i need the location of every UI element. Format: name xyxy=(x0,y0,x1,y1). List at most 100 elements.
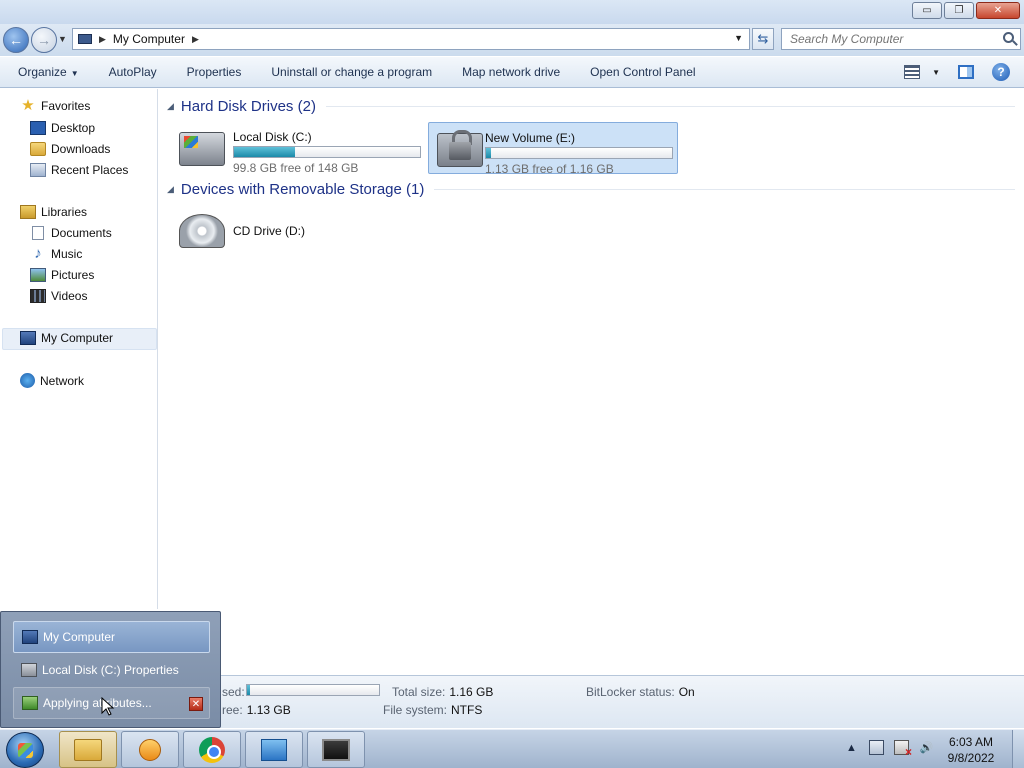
sidebar-item-label: Favorites xyxy=(41,99,91,113)
sidebar-item-label: Desktop xyxy=(51,121,96,135)
drive-cd-d[interactable]: CD Drive (D:) xyxy=(171,204,351,256)
jump-item-my-computer[interactable]: My Computer xyxy=(13,621,210,653)
sidebar-item-recent-places[interactable]: Recent Places xyxy=(30,163,128,177)
jump-item-label: Applying attributes... xyxy=(43,696,152,710)
search-icon[interactable] xyxy=(1003,32,1014,43)
chevron-right-icon[interactable]: ▶ xyxy=(99,34,106,45)
film-strip-icon xyxy=(30,289,46,303)
group-header-hard-disk-drives[interactable]: ◢ Hard Disk Drives (2) xyxy=(167,98,1015,115)
jump-item-local-disk-properties[interactable]: Local Disk (C:) Properties xyxy=(13,654,210,686)
preview-pane-button[interactable] xyxy=(958,65,974,79)
bitlocker-status-detail: BitLocker status: On xyxy=(586,685,695,699)
system-tray: ▲ 🔊 xyxy=(844,740,934,759)
sidebar-item-favorites[interactable]: ★ Favorites xyxy=(20,98,91,113)
sidebar-item-downloads[interactable]: Downloads xyxy=(30,142,110,156)
network-icon[interactable] xyxy=(869,740,884,755)
show-hidden-icons-button[interactable]: ▲ xyxy=(844,740,859,755)
navigation-pane: ★ Favorites Desktop Downloads Recent Pla… xyxy=(0,89,158,609)
clock-time: 6:03 AM xyxy=(948,735,994,749)
drive-usage-fill xyxy=(234,147,295,157)
help-icon[interactable]: ? xyxy=(992,63,1010,81)
computer-icon xyxy=(22,630,38,644)
start-button[interactable] xyxy=(6,732,44,768)
drive-name: Local Disk (C:) xyxy=(233,130,312,144)
taskbar-chrome[interactable] xyxy=(183,731,241,768)
desktop-icon xyxy=(30,121,46,135)
hard-drive-windows-icon xyxy=(179,132,225,166)
progress-dialog-icon xyxy=(22,696,38,710)
sidebar-item-pictures[interactable]: Pictures xyxy=(30,268,94,282)
system-clock[interactable]: 6:03 AM 9/8/2022 xyxy=(935,734,1007,766)
views-icon xyxy=(904,65,921,79)
organize-button[interactable]: Organize ▼ xyxy=(0,65,94,79)
sidebar-item-desktop[interactable]: Desktop xyxy=(30,121,95,135)
taskbar-media-player[interactable] xyxy=(121,731,179,768)
collapse-triangle-icon[interactable]: ◢ xyxy=(167,184,174,195)
toolbar-right-group: ▼ ? xyxy=(904,63,1010,81)
drive-usage-bar xyxy=(233,146,421,158)
close-icon[interactable]: ✕ xyxy=(189,697,203,711)
show-desktop-button[interactable] xyxy=(1012,730,1024,768)
restore-button[interactable]: ❐ xyxy=(944,2,974,19)
search-box[interactable] xyxy=(781,28,1021,50)
collapse-triangle-icon[interactable]: ◢ xyxy=(167,101,174,112)
drive-free-space: 99.8 GB free of 148 GB xyxy=(233,161,359,175)
back-button[interactable]: ← xyxy=(3,27,29,53)
map-network-drive-button[interactable]: Map network drive xyxy=(447,65,575,79)
chevron-down-icon[interactable]: ▼ xyxy=(932,68,940,77)
group-divider xyxy=(434,189,1015,190)
sidebar-item-my-computer[interactable]: My Computer xyxy=(20,331,113,345)
sidebar-item-label: Documents xyxy=(51,226,112,240)
chevron-right-icon[interactable]: ▶ xyxy=(192,34,199,45)
sidebar-item-music[interactable]: ♪ Music xyxy=(30,246,82,261)
used-space-fill xyxy=(247,685,251,695)
change-view-button[interactable]: ▼ xyxy=(904,65,940,79)
breadcrumb-my-computer[interactable]: My Computer xyxy=(113,32,185,46)
forward-button[interactable]: → xyxy=(31,27,57,53)
properties-button[interactable]: Properties xyxy=(172,65,257,79)
mouse-cursor-icon xyxy=(101,697,115,716)
drive-local-disk-c[interactable]: Local Disk (C:) 99.8 GB free of 148 GB xyxy=(171,122,427,175)
file-system-detail: File system: NTFS xyxy=(383,703,483,717)
command-bar: Organize ▼ AutoPlay Properties Uninstall … xyxy=(0,57,1024,88)
refresh-button[interactable]: ⇆ xyxy=(752,28,774,50)
locked-drive-icon xyxy=(437,130,483,167)
drive-new-volume-e[interactable]: New Volume (E:) 1.13 GB free of 1.16 GB xyxy=(428,122,678,176)
chevron-down-icon: ▼ xyxy=(70,69,79,78)
search-input[interactable] xyxy=(790,32,990,46)
used-space-bar xyxy=(246,684,380,696)
navigation-bar: ← → ▼ ▶ My Computer ▶ ▼ ⇆ xyxy=(0,24,1024,56)
open-control-panel-button[interactable]: Open Control Panel xyxy=(575,65,710,79)
media-player-icon xyxy=(139,738,161,761)
volume-icon[interactable]: 🔊 xyxy=(919,740,934,755)
recent-pages-dropdown[interactable]: ▼ xyxy=(58,34,67,44)
drive-free-space: 1.13 GB free of 1.16 GB xyxy=(485,162,614,176)
sidebar-item-libraries[interactable]: Libraries xyxy=(20,205,87,219)
taskbar-windows-explorer[interactable] xyxy=(59,731,117,768)
minimize-button[interactable]: ▭ xyxy=(912,2,942,19)
computer-icon xyxy=(20,331,36,345)
network-globe-icon xyxy=(20,373,35,388)
sidebar-item-videos[interactable]: Videos xyxy=(30,289,87,303)
taskbar-installer[interactable] xyxy=(245,731,303,768)
computer-icon xyxy=(78,34,92,44)
address-history-dropdown[interactable]: ▼ xyxy=(734,33,743,43)
autoplay-button[interactable]: AutoPlay xyxy=(94,65,172,79)
sidebar-item-network[interactable]: Network xyxy=(20,373,84,388)
close-button[interactable]: ✕ xyxy=(976,2,1020,19)
address-bar[interactable]: ▶ My Computer ▶ ▼ xyxy=(72,28,750,50)
drive-usage-fill xyxy=(486,148,491,158)
installer-icon xyxy=(261,738,287,761)
window-controls: ▭ ❐ ✕ xyxy=(912,2,1020,19)
jump-item-label: Local Disk (C:) Properties xyxy=(42,663,179,677)
cd-drive-icon xyxy=(179,214,225,248)
uninstall-program-button[interactable]: Uninstall or change a program xyxy=(256,65,447,79)
monitor-icon xyxy=(322,738,350,761)
group-header-removable-storage[interactable]: ◢ Devices with Removable Storage (1) xyxy=(167,181,1015,198)
taskbar-task-manager[interactable] xyxy=(307,731,365,768)
chrome-icon xyxy=(199,736,225,763)
action-center-flag-icon[interactable] xyxy=(894,740,912,759)
group-title: Hard Disk Drives (2) xyxy=(180,98,316,115)
sidebar-item-documents[interactable]: Documents xyxy=(30,226,112,240)
used-label: sed: xyxy=(222,685,245,699)
